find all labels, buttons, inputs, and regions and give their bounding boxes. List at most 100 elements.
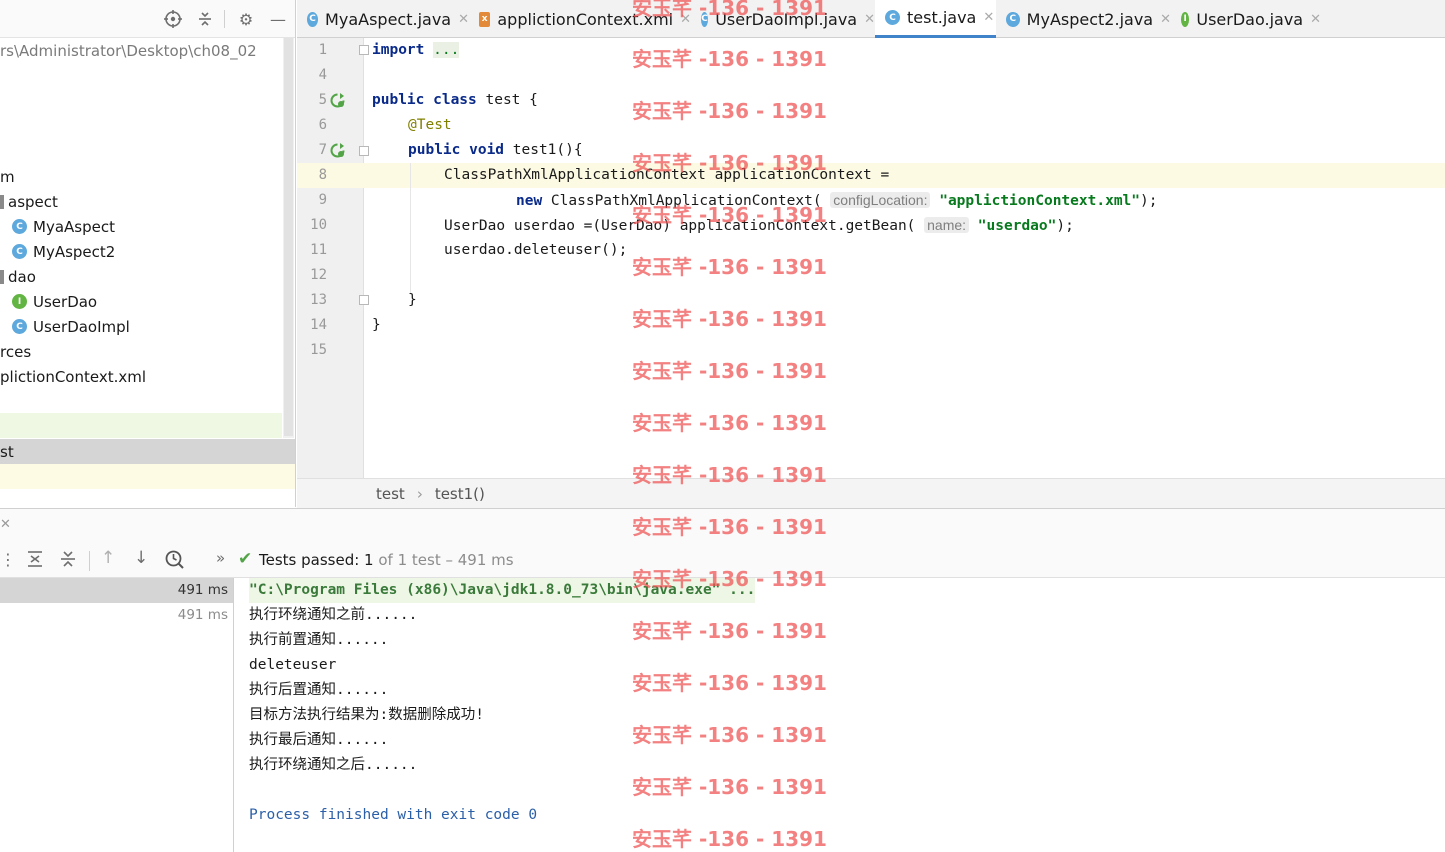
run-test-icon[interactable] [330,93,345,108]
code-text: } [372,317,381,333]
indent-guide [410,163,411,293]
code-line-10[interactable]: UserDao userdao =(UserDao) applicationCo… [444,213,1074,239]
collapse-all-icon[interactable] [195,9,215,29]
tree-item-package-aspect[interactable]: aspect [0,189,58,214]
test-results-tree: 491 ms 491 ms [0,578,234,852]
close-icon[interactable]: ✕ [1310,12,1321,27]
fold-marker-icon[interactable] [359,45,369,55]
close-icon[interactable]: ✕ [0,517,11,532]
tree-item-label: UserDaoImpl [33,317,130,336]
interface-icon: I [1181,11,1190,27]
editor-tab-bar: C MyaAspect.java ✕ x applictionContext.x… [297,0,1445,38]
collapse-all-icon[interactable] [59,550,77,572]
code-line-8[interactable]: ClassPathXmlApplicationContext applicati… [444,163,889,188]
folded-imports[interactable]: ... [433,42,460,58]
close-icon[interactable]: ✕ [458,12,469,27]
line-number: 8 [318,167,327,183]
class-icon: C [12,319,27,334]
tab-test[interactable]: C test.java ✕ [875,0,996,38]
code-line-9[interactable]: new ClassPathXmlApplicationContext( conf… [516,188,1157,214]
code-text: UserDao userdao =(UserDao) applicationCo… [444,218,916,234]
code-line-14[interactable]: } [372,313,381,338]
project-scrollbar[interactable] [283,38,294,438]
line-number: 1 [318,42,327,58]
fold-marker-icon[interactable] [359,295,369,305]
expand-all-icon[interactable] [26,550,44,572]
arrow-up-icon[interactable]: ↑ [101,548,115,568]
scrollbar-thumb[interactable] [284,38,293,436]
code-line-5[interactable]: public class test { [372,88,538,113]
code-line-6[interactable]: @Test [408,113,452,138]
run-test-icon[interactable] [330,143,345,158]
project-panel: ⚙ — rs\Administrator\Desktop\ch08_02 m a… [0,0,296,507]
tab-label: UserDao.java [1196,9,1304,29]
line-number: 9 [318,192,327,208]
clock-search-icon[interactable] [165,550,185,574]
tree-item-folder[interactable]: m [0,164,15,189]
menu-icon[interactable]: ⋮ [0,550,16,569]
tree-row-selected [0,439,295,464]
tree-item-class-myaspect2[interactable]: C MyAspect2 [12,239,115,264]
tree-item-label: rces [0,342,32,361]
close-icon[interactable]: ✕ [1160,12,1171,27]
locate-icon[interactable] [163,9,183,29]
console-command-line: "C:\Program Files (x86)\Java\jdk1.8.0_73… [249,578,756,603]
line-number: 15 [310,342,327,358]
code-editor[interactable]: 1 4 5 6 7 8 9 10 11 12 13 14 15 import .… [297,38,1445,478]
tree-item-test[interactable]: st [0,439,14,464]
gear-icon[interactable]: ⚙ [236,9,256,29]
toolbar-divider [89,551,90,571]
check-icon: ✔ [238,549,253,569]
keyword: new [516,193,543,209]
tree-item-interface-userdao[interactable]: I UserDao [12,289,97,314]
keyword: import [372,42,425,58]
project-toolbar: ⚙ — [0,0,295,38]
test-tree-row-selected[interactable]: 491 ms [0,578,233,603]
breadcrumb: test › test1() [297,478,1445,508]
arrow-down-icon[interactable]: ↓ [134,548,148,568]
editor-gutter: 1 4 5 6 7 8 9 10 11 12 13 14 15 [297,38,369,478]
console-line: 目标方法执行结果为:数据删除成功! [249,707,484,723]
tab-label: MyAspect2.java [1026,9,1154,29]
test-tree-row[interactable]: 491 ms [0,603,233,628]
fold-marker-icon[interactable] [359,146,369,156]
tree-item-package-dao[interactable]: dao [0,264,36,289]
console-line: 执行环绕通知之后...... [249,757,418,773]
tab-userdao[interactable]: I UserDao.java ✕ [1171,0,1321,38]
tab-myaaspect[interactable]: C MyaAspect.java ✕ [297,0,469,38]
breadcrumb-item-method[interactable]: test1() [435,485,485,503]
tree-item-class-userdaoimpl[interactable]: C UserDaoImpl [12,314,130,339]
tree-item-label: MyAspect2 [33,242,116,261]
more-icon[interactable]: » [216,549,225,567]
tree-item-class-myaaspect[interactable]: C MyaAspect [12,214,115,239]
code-text: ); [1056,218,1074,234]
tab-myaspect2[interactable]: C MyAspect2.java ✕ [996,0,1171,38]
toolbar-divider [224,10,225,28]
line-number: 14 [310,317,327,333]
console-line: 执行后置通知...... [249,682,389,698]
breadcrumb-item-class[interactable]: test [376,485,405,503]
hide-icon[interactable]: — [268,9,288,29]
console-output[interactable]: "C:\Program Files (x86)\Java\jdk1.8.0_73… [235,578,1445,852]
test-status-prefix: Tests passed: [259,551,365,569]
class-icon: C [885,10,900,25]
tree-item-xml[interactable]: plictionContext.xml [0,364,146,389]
code-line-7[interactable]: public void test1(){ [408,138,583,163]
close-icon[interactable]: ✕ [680,12,691,27]
tab-applictioncontext[interactable]: x applictionContext.xml ✕ [469,0,691,38]
code-line-1[interactable]: import ... [372,38,460,63]
tree-item-label: UserDao [33,292,98,311]
tab-label: test.java [907,8,977,27]
test-status-detail: of 1 test – 491 ms [373,551,514,569]
close-icon[interactable]: ✕ [864,12,875,27]
code-line-11[interactable]: userdao.deleteuser(); [444,238,627,263]
keyword: public class [372,92,477,108]
project-root-path: rs\Administrator\Desktop\ch08_02 [0,42,257,60]
code-text: test { [476,92,538,108]
tree-item-resources[interactable]: rces [0,339,31,364]
close-icon[interactable]: ✕ [983,10,994,25]
class-icon: C [1006,11,1020,27]
code-line-13[interactable]: } [408,288,417,313]
console-line: 执行前置通知...... [249,632,389,648]
tab-userdaoimpl[interactable]: C UserDaoImpl.java ✕ [691,0,875,38]
